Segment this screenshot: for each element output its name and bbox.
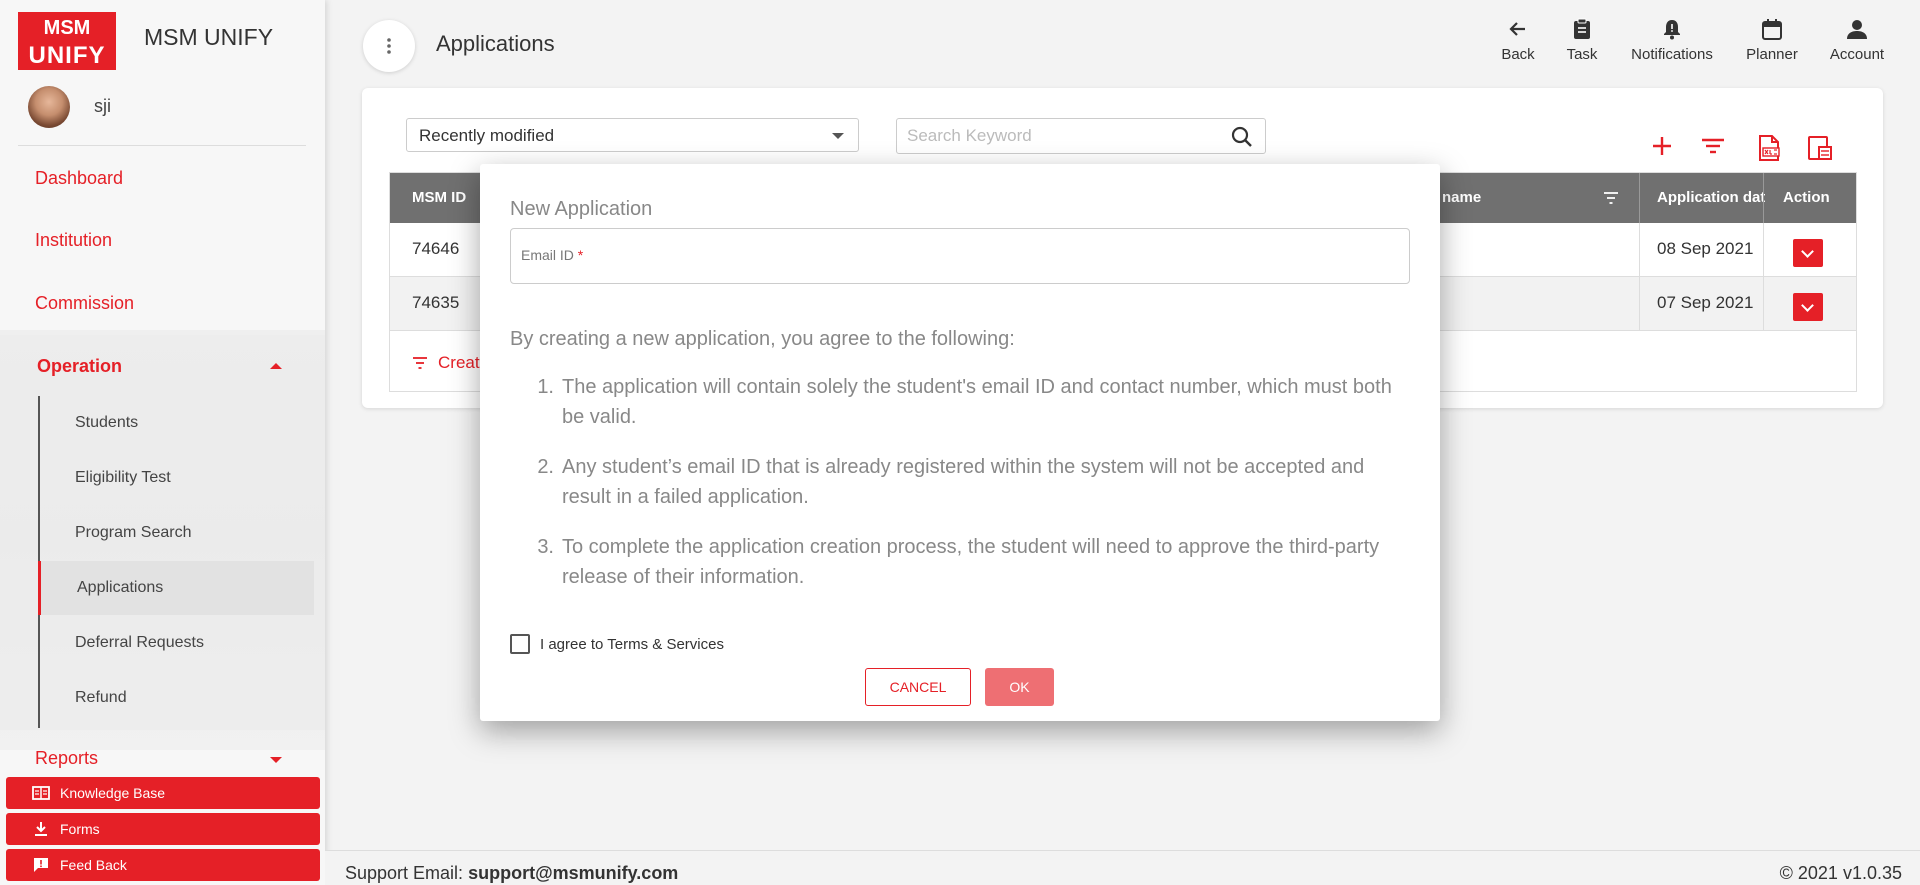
terms-item: 1. The application will contain solely th… — [520, 372, 1400, 432]
terms-list: 1. The application will contain solely th… — [520, 372, 1400, 612]
ok-button[interactable]: OK — [985, 668, 1054, 706]
terms-number: 2. — [537, 456, 554, 478]
dialog-title: New Application — [510, 198, 653, 220]
agreement-intro: By creating a new application, you agree… — [510, 328, 1015, 350]
email-input[interactable] — [521, 253, 1391, 277]
terms-checkbox-label[interactable]: I agree to Terms & Services — [540, 636, 724, 653]
terms-text: To complete the application creation pro… — [562, 536, 1380, 588]
copyright: © 2021 v1.0.35 — [1779, 863, 1902, 883]
new-application-dialog: New Application Email ID * By creating a… — [480, 164, 1440, 721]
cancel-button[interactable]: CANCEL — [865, 668, 971, 706]
terms-number: 1. — [537, 376, 554, 398]
terms-text: Any student’s email ID that is already r… — [562, 456, 1365, 508]
terms-item: 2. Any student’s email ID that is already… — [520, 452, 1400, 512]
terms-number: 3. — [537, 536, 554, 558]
footer: Support Email: support@msmunify.com © 20… — [325, 850, 1920, 885]
email-field[interactable]: Email ID * — [510, 228, 1410, 284]
support-prefix: Support Email: — [345, 863, 464, 883]
terms-item: 3. To complete the application creation p… — [520, 532, 1400, 592]
support-email-link[interactable]: support@msmunify.com — [468, 863, 678, 883]
terms-checkbox[interactable] — [510, 634, 530, 654]
terms-text: The application will contain solely the … — [562, 376, 1392, 428]
support-email: Support Email: support@msmunify.com — [345, 863, 678, 884]
